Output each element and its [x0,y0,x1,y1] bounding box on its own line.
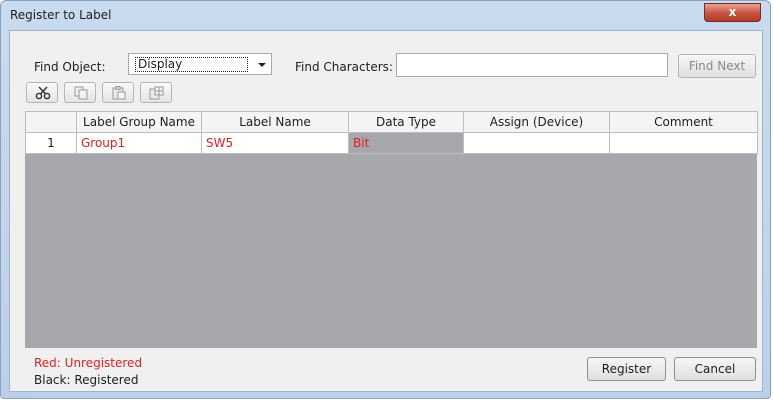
table-row[interactable]: 1 Group1 SW5 Bit [25,132,758,154]
legend-registered: Black: Registered [34,373,139,387]
label-name-cell[interactable]: SW5 [201,132,349,154]
header-comment[interactable]: Comment [609,111,758,133]
label-grid: Label Group Name Label Name Data Type As… [25,111,758,348]
close-button[interactable]: x [704,3,761,22]
window-title: Register to Label [10,8,112,22]
data-type-cell[interactable]: Bit [348,132,464,154]
paste-icon [112,86,126,100]
scissors-icon [35,86,51,100]
find-object-label: Find Object: [34,60,106,74]
comment-cell[interactable] [609,132,758,154]
dialog-body: Find Object: Display Find Characters: Fi… [9,30,763,392]
find-characters-label: Find Characters: [295,60,393,74]
header-data-type[interactable]: Data Type [348,111,464,133]
assign-device-cell[interactable] [463,132,610,154]
grid-paste-icon [149,86,164,100]
copy-icon [74,86,88,100]
cancel-button[interactable]: Cancel [674,357,756,381]
legend-unregistered: Red: Unregistered [34,356,143,370]
header-label-group-name[interactable]: Label Group Name [76,111,202,133]
label-group-name-cell[interactable]: Group1 [76,132,202,154]
label-table: Label Group Name Label Name Data Type As… [25,111,758,154]
header-label-name[interactable]: Label Name [201,111,349,133]
header-assign-device[interactable]: Assign (Device) [463,111,610,133]
title-bar[interactable]: Register to Label x [1,1,770,29]
row-number-cell[interactable]: 1 [25,132,77,154]
find-characters-input[interactable] [396,53,668,77]
register-button[interactable]: Register [587,357,666,381]
register-to-label-dialog: Register to Label x Find Object: Display… [0,0,771,399]
header-row-number [25,111,77,133]
paste-button[interactable] [102,82,134,103]
find-next-button[interactable]: Find Next [678,54,756,78]
cut-button[interactable] [26,82,58,103]
find-object-dropdown[interactable]: Display [128,53,272,75]
copy-button[interactable] [64,82,96,103]
find-object-value: Display [135,57,248,72]
table-header-row: Label Group Name Label Name Data Type As… [25,111,758,133]
chevron-down-icon[interactable] [258,63,266,67]
paste-grid-button[interactable] [140,82,172,103]
